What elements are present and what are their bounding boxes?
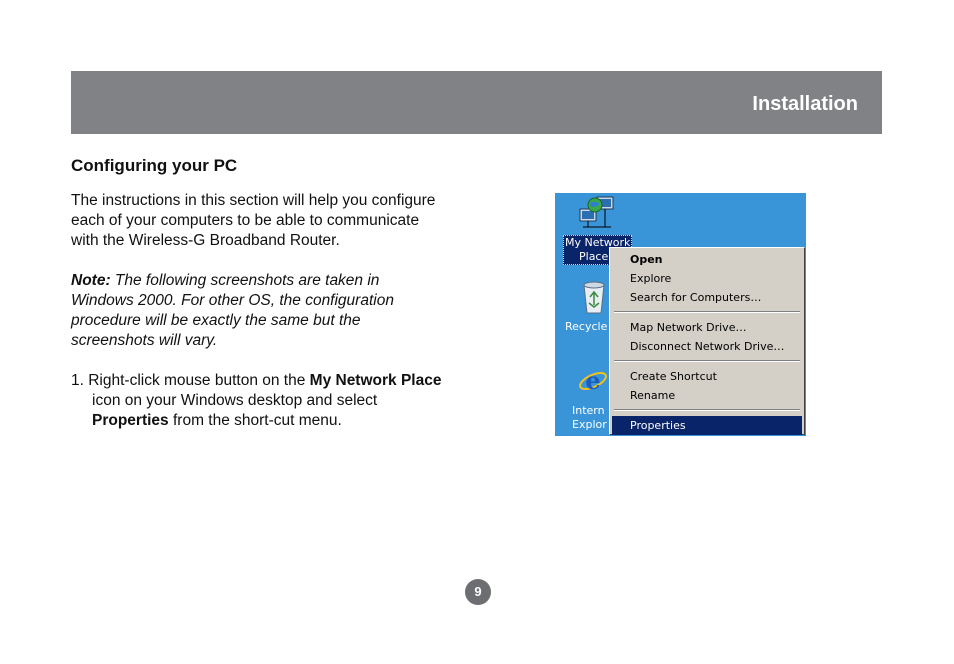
menu-item-explore[interactable]: Explore [612, 269, 802, 288]
icon-label-line: Explor [572, 418, 607, 431]
step-1: 1. Right-click mouse button on the My Ne… [71, 371, 481, 431]
menu-item-search-for-computers[interactable]: Search for Computers… [612, 288, 802, 307]
section-title: Configuring your PC [71, 156, 238, 175]
menu-item-open[interactable]: Open [612, 250, 802, 269]
note-label: Note: [71, 272, 111, 289]
desktop-screenshot: My Network Place Recycle e Intern Explor… [555, 193, 806, 436]
step-prefix: 1. Right-click mouse button on the [71, 372, 310, 389]
context-menu: Open Explore Search for Computers… Map N… [609, 247, 805, 435]
step-line: 1. Right-click mouse button on the My Ne… [71, 371, 481, 391]
note-line: Note: The following screenshots are take… [71, 271, 481, 291]
icon-label-line: Intern [572, 404, 605, 417]
body-text: The instructions in this section will he… [71, 191, 481, 431]
note-line: procedure will be exactly the same but t… [71, 312, 361, 329]
note-paragraph: Note: The following screenshots are take… [71, 271, 481, 351]
menu-item-map-network-drive[interactable]: Map Network Drive… [612, 318, 802, 337]
recycle-bin-icon[interactable] [579, 279, 609, 315]
svg-text:e: e [585, 366, 600, 395]
menu-separator [614, 409, 800, 411]
intro-paragraph: The instructions in this section will he… [71, 191, 481, 251]
menu-separator [614, 360, 800, 362]
intro-line: with the Wireless-G Broadband Router. [71, 232, 340, 249]
step-line: icon on your Windows desktop and select [92, 392, 378, 409]
menu-item-create-shortcut[interactable]: Create Shortcut [612, 367, 802, 386]
header-bar: Installation [71, 71, 882, 134]
internet-explorer-icon[interactable]: e [577, 365, 609, 397]
page-title: Installation [752, 93, 858, 115]
menu-item-properties[interactable]: Properties [612, 416, 802, 435]
icon-label-line: Recycle [565, 320, 608, 333]
intro-line: The instructions in this section will he… [71, 192, 436, 209]
note-line: Windows 2000. For other OS, the configur… [71, 292, 394, 309]
step-line: Properties from the short-cut menu. [71, 411, 481, 431]
desktop-icon-label-internet-explorer[interactable]: Intern Explor [572, 404, 607, 432]
menu-item-disconnect-network-drive[interactable]: Disconnect Network Drive… [612, 337, 802, 356]
note-text: The following screenshots are taken in [110, 272, 380, 289]
step-bold-properties: Properties [92, 412, 169, 429]
desktop-icon-label-recycle[interactable]: Recycle [565, 320, 607, 334]
intro-line: each of your computers to be able to com… [71, 212, 420, 229]
menu-separator [614, 311, 800, 313]
step-bold-network-place: My Network Place [309, 372, 442, 389]
step-suffix: from the short-cut menu. [168, 412, 342, 429]
menu-item-rename[interactable]: Rename [612, 386, 802, 405]
page-number-badge: 9 [465, 579, 491, 605]
note-line: screenshots will vary. [71, 332, 218, 349]
network-places-icon[interactable] [577, 195, 617, 231]
